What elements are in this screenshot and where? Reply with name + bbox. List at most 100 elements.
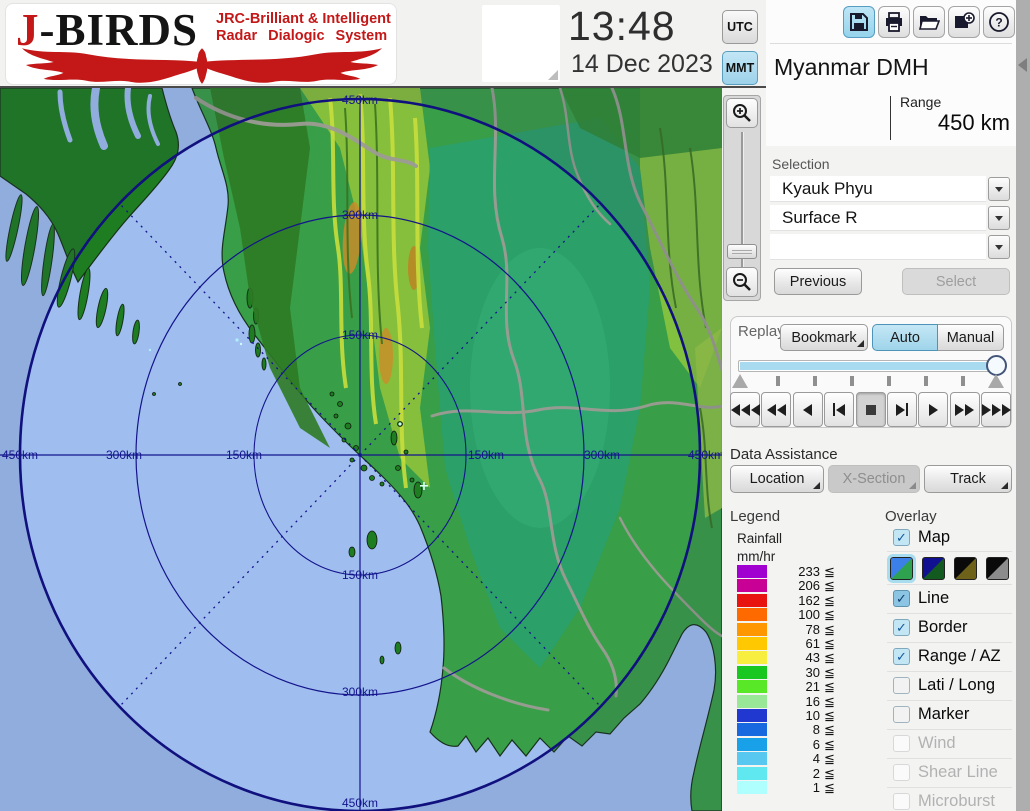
zoom-out-button[interactable]	[726, 267, 758, 297]
station-title: Myanmar DMH	[774, 54, 929, 81]
replay-start-marker[interactable]	[732, 374, 748, 388]
replay-tick	[776, 376, 780, 386]
map-style-swatch[interactable]	[986, 557, 1009, 580]
selection-dropdown-product[interactable]: Surface R	[770, 205, 986, 231]
legend-value: 206	[768, 578, 820, 593]
overlay-checkbox-microburst	[893, 793, 910, 810]
extra-dropdown-button[interactable]	[988, 235, 1010, 259]
step-backward-icon	[836, 404, 845, 416]
legend-value: 10	[768, 708, 820, 723]
legend-value: 6	[768, 737, 820, 752]
auto-mode-button[interactable]: Auto	[872, 324, 938, 351]
overlay-item-label: Shear Line	[918, 763, 998, 782]
stop-button[interactable]	[856, 392, 886, 427]
legend-value: 78	[768, 622, 820, 637]
map-style-swatch[interactable]	[922, 557, 945, 580]
select-button[interactable]: Select	[902, 268, 1010, 295]
zoom-slider-thumb[interactable]	[727, 244, 757, 259]
utc-button[interactable]: UTC	[722, 10, 758, 44]
legend-swatch	[737, 637, 767, 650]
overlay-divider	[887, 758, 1012, 759]
overlay-checkbox-lati-long[interactable]	[893, 677, 910, 694]
play-icon	[929, 404, 938, 416]
legend-value: 162	[768, 593, 820, 608]
product-dropdown-button[interactable]	[988, 206, 1010, 230]
rewind-icon	[767, 404, 776, 416]
collapse-panel-icon[interactable]	[1018, 58, 1027, 72]
map-style-swatch[interactable]	[954, 557, 977, 580]
add-image-button[interactable]	[948, 6, 980, 38]
zoom-slider-track[interactable]	[741, 132, 744, 282]
play-button[interactable]	[918, 392, 948, 427]
legend-swatch	[737, 752, 767, 765]
overlay-checkbox-line[interactable]: ✓	[893, 590, 910, 607]
header-bar: J-BIRDS JRC-Brilliant & Intelligent Rada…	[0, 0, 766, 88]
zoom-in-button[interactable]	[726, 98, 758, 128]
fastest-forward-button[interactable]	[981, 392, 1011, 427]
previous-button[interactable]: Previous	[774, 268, 862, 295]
replay-tick	[924, 376, 928, 386]
legend-swatch	[737, 695, 767, 708]
step-forward-icon	[906, 403, 909, 416]
overlay-divider	[887, 700, 1012, 701]
play-backward-icon	[803, 404, 812, 416]
mmt-button[interactable]: MMT	[722, 51, 758, 85]
open-folder-button[interactable]	[913, 6, 945, 38]
step-forward-button[interactable]	[887, 392, 917, 427]
station-logo-box[interactable]	[482, 5, 560, 82]
range-value: 450 km	[890, 110, 1010, 136]
printer-icon	[883, 11, 905, 33]
legend-value: 21	[768, 679, 820, 694]
legend-swatch	[737, 579, 767, 592]
location-button[interactable]: Location	[730, 465, 824, 493]
zoom-in-icon	[731, 102, 753, 124]
ring-label: 150km	[226, 448, 262, 462]
selection-dropdown-extra[interactable]	[770, 234, 986, 260]
radar-map[interactable]: 450km300km150km150km300km450km450km300km…	[0, 88, 722, 811]
floppy-disk-icon	[848, 11, 870, 33]
site-dropdown-button[interactable]	[988, 177, 1010, 201]
fast-forward-button[interactable]	[950, 392, 980, 427]
overlay-item-label: Lati / Long	[918, 676, 995, 695]
track-button[interactable]: Track	[924, 465, 1012, 493]
legend-swatch	[737, 608, 767, 621]
replay-slider-track[interactable]	[738, 360, 1002, 372]
help-button[interactable]: ?	[983, 6, 1015, 38]
selection-dropdown-site[interactable]: Kyauk Phyu	[770, 176, 986, 202]
overlay-item-label: Microburst	[918, 792, 995, 811]
ring-label: 150km	[342, 328, 378, 342]
replay-tick	[961, 376, 965, 386]
replay-tick	[850, 376, 854, 386]
add-image-icon	[953, 11, 975, 33]
legend-value: 43	[768, 650, 820, 665]
overlay-divider	[887, 551, 1012, 552]
bookmark-button[interactable]: Bookmark	[780, 324, 868, 351]
legend-value: 16	[768, 694, 820, 709]
fast-rewind-icon	[731, 404, 740, 416]
overlay-item-label: Border	[918, 618, 968, 637]
legend-swatch	[737, 594, 767, 607]
overlay-checkbox-border[interactable]: ✓	[893, 619, 910, 636]
overlay-checkbox-marker[interactable]	[893, 706, 910, 723]
rewind-button[interactable]	[761, 392, 791, 427]
map-zoom-control	[723, 95, 761, 301]
overlay-checkbox-range-az[interactable]: ✓	[893, 648, 910, 665]
help-icon: ?	[988, 11, 1010, 33]
print-button[interactable]	[878, 6, 910, 38]
resize-grip-icon[interactable]	[548, 70, 558, 80]
legend-swatch	[737, 623, 767, 636]
fast-rewind-icon	[751, 404, 760, 416]
fast-rewind-button[interactable]	[730, 392, 760, 427]
step-backward-button[interactable]	[824, 392, 854, 427]
manual-mode-button[interactable]: Manual	[938, 324, 1004, 351]
replay-end-marker[interactable]	[988, 374, 1004, 388]
replay-slider-handle[interactable]	[986, 355, 1007, 376]
map-style-swatch[interactable]	[890, 557, 913, 580]
overlay-divider	[887, 729, 1012, 730]
play-backward-button[interactable]	[793, 392, 823, 427]
overlay-divider	[887, 671, 1012, 672]
save-button[interactable]	[843, 6, 875, 38]
overlay-checkbox-map[interactable]: ✓	[893, 529, 910, 546]
legend-value: 4	[768, 751, 820, 766]
x-section-button[interactable]: X-Section	[828, 465, 920, 493]
